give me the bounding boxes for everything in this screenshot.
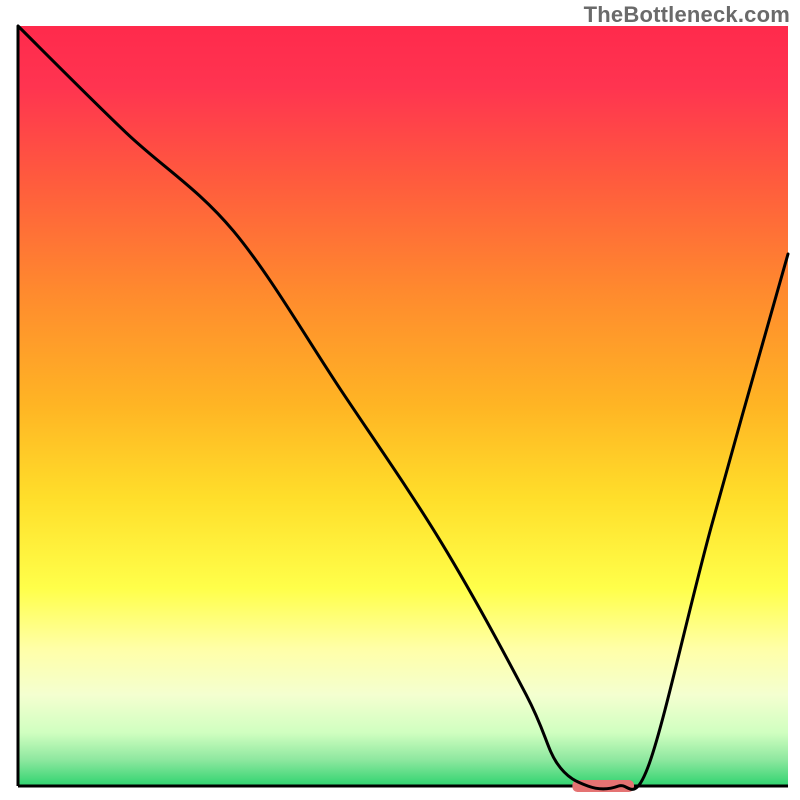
chart-container: TheBottleneck.com xyxy=(0,0,800,800)
watermark-text: TheBottleneck.com xyxy=(584,2,790,28)
bottleneck-chart xyxy=(0,0,800,800)
